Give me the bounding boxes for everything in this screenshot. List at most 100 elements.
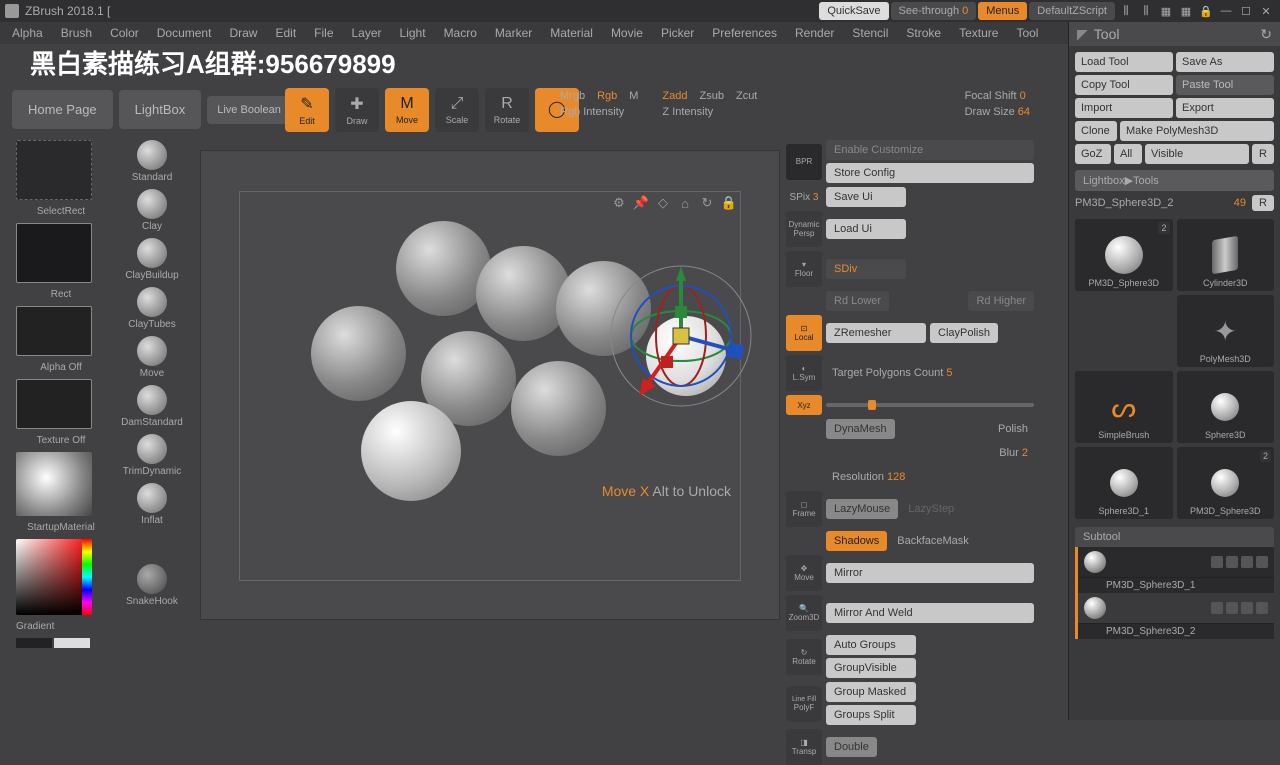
scale-button[interactable]: ⤢Scale [435, 88, 479, 132]
tool-panel-header[interactable]: ◤ Tool ↻ [1069, 22, 1280, 46]
lightbox-tools-button[interactable]: Lightbox▶Tools [1075, 170, 1274, 191]
toolbar-icon-2[interactable]: ⫼ [1137, 3, 1155, 19]
group-visible-button[interactable]: GroupVisible [826, 658, 916, 678]
load-tool-button[interactable]: Load Tool [1075, 52, 1173, 72]
subtool-item[interactable] [1078, 593, 1274, 624]
menu-material[interactable]: Material [542, 24, 601, 42]
brush-snakehook[interactable] [137, 564, 167, 594]
marker-icon[interactable]: ◇ [655, 195, 671, 211]
brush-claytubes[interactable] [137, 287, 167, 317]
draw-size-label[interactable]: Draw Size [965, 106, 1015, 118]
brush-damstandard[interactable] [137, 385, 167, 415]
menu-stencil[interactable]: Stencil [844, 24, 896, 42]
gear-icon[interactable]: ⚙ [611, 195, 627, 211]
store-config-button[interactable]: Store Config [826, 163, 1034, 183]
menu-edit[interactable]: Edit [267, 24, 304, 42]
menu-movie[interactable]: Movie [603, 24, 651, 42]
focal-shift-label[interactable]: Focal Shift [965, 90, 1017, 102]
texture-thumb[interactable] [16, 379, 92, 429]
menu-stroke[interactable]: Stroke [898, 24, 949, 42]
edit-button[interactable]: ✎Edit [285, 88, 329, 132]
toolbar-icon-4[interactable]: ▦ [1177, 3, 1195, 19]
rd-higher-button[interactable]: Rd Higher [968, 291, 1034, 311]
groups-split-button[interactable]: Groups Split [826, 705, 916, 725]
shadows-button[interactable]: Shadows [826, 531, 887, 551]
toolbar-icon-1[interactable]: ⫼ [1117, 3, 1135, 19]
color-picker[interactable] [16, 539, 92, 615]
tool-cell[interactable]: 2PM3D_Sphere3D [1177, 447, 1275, 519]
brush-claybuildup[interactable] [137, 238, 167, 268]
m-label[interactable]: M [629, 90, 638, 102]
claypolish-button[interactable]: ClayPolish [930, 323, 998, 343]
make-polymesh-button[interactable]: Make PolyMesh3D [1120, 121, 1274, 141]
rgb-intensity-label[interactable]: Rgb Intensity [560, 106, 624, 118]
lsym-button[interactable]: ◐L.Sym [786, 355, 822, 391]
subtool-header[interactable]: Subtool [1075, 527, 1274, 547]
frame-button[interactable]: ◻Frame [786, 491, 822, 527]
tool-cell[interactable]: ✦PolyMesh3D [1177, 295, 1275, 367]
save-ui-button[interactable]: Save Ui [826, 187, 906, 207]
group-masked-button[interactable]: Group Masked [826, 682, 916, 702]
minimize-icon[interactable]: — [1217, 3, 1235, 19]
copy-tool-button[interactable]: Copy Tool [1075, 75, 1173, 95]
zoom3d-button[interactable]: 🔍Zoom3D [786, 595, 822, 631]
tool-cell[interactable]: Sphere3D [1177, 371, 1275, 443]
menu-color[interactable]: Color [102, 24, 147, 42]
tool-cell[interactable]: ᔕSimpleBrush [1075, 371, 1173, 443]
tool-cell[interactable]: Cylinder3D [1177, 219, 1275, 291]
export-button[interactable]: Export [1176, 98, 1274, 118]
draw-button[interactable]: ✚Draw [335, 88, 379, 132]
subtool-item[interactable] [1078, 547, 1274, 578]
dynamesh-button[interactable]: DynaMesh [826, 419, 895, 439]
rd-lower-button[interactable]: Rd Lower [826, 291, 889, 311]
xyz-button[interactable]: Xyz [786, 395, 822, 415]
import-button[interactable]: Import [1075, 98, 1173, 118]
double-button[interactable]: Double [826, 737, 877, 757]
load-ui-button[interactable]: Load Ui [826, 219, 906, 239]
menus-button[interactable]: Menus [978, 2, 1027, 20]
local-button[interactable]: ⊡Local [786, 315, 822, 351]
refresh-icon[interactable]: ↻ [1260, 26, 1272, 43]
tool-cell[interactable]: 2PM3D_Sphere3D [1075, 219, 1173, 291]
target-poly-slider[interactable] [826, 403, 1034, 407]
menu-brush[interactable]: Brush [53, 24, 100, 42]
menu-picker[interactable]: Picker [653, 24, 702, 42]
select-rect-thumb[interactable] [16, 140, 92, 200]
lock-window-icon[interactable]: 🔒 [1197, 3, 1215, 19]
menu-alpha[interactable]: Alpha [4, 24, 51, 42]
sdiv-label[interactable]: SDiv [826, 259, 906, 279]
menu-macro[interactable]: Macro [436, 24, 485, 42]
pin-icon[interactable]: 📌 [633, 195, 649, 211]
rgb-label[interactable]: Rgb [597, 90, 617, 102]
save-as-button[interactable]: Save As [1176, 52, 1274, 72]
tool-cell[interactable]: Sphere3D_1 [1075, 447, 1173, 519]
brush-clay[interactable] [137, 189, 167, 219]
mirror-button[interactable]: Mirror [826, 563, 1034, 583]
all-button[interactable]: All [1114, 144, 1142, 164]
menu-light[interactable]: Light [392, 24, 434, 42]
enable-customize-button[interactable]: Enable Customize [826, 140, 1034, 160]
clone-button[interactable]: Clone [1075, 121, 1117, 141]
gradient-strips[interactable] [16, 638, 106, 648]
rotate-button[interactable]: RRotate [485, 88, 529, 132]
menu-file[interactable]: File [306, 24, 341, 42]
zcut-label[interactable]: Zcut [736, 90, 757, 102]
lazymouse-button[interactable]: LazyMouse [826, 499, 898, 519]
move-button[interactable]: MMove [385, 88, 429, 132]
rect-thumb[interactable] [16, 223, 92, 283]
home-page-button[interactable]: Home Page [12, 90, 113, 129]
quicksave-button[interactable]: QuickSave [819, 2, 888, 20]
move-nav-button[interactable]: ✥Move [786, 555, 822, 591]
brush-standard[interactable] [137, 140, 167, 170]
polyf-button[interactable]: Line FillPolyF [786, 686, 822, 722]
tool-cell[interactable] [1075, 295, 1173, 367]
menu-document[interactable]: Document [149, 24, 220, 42]
zadd-label[interactable]: Zadd [662, 90, 687, 102]
menu-preferences[interactable]: Preferences [704, 24, 785, 42]
brush-inflat[interactable] [137, 483, 167, 513]
toolbar-icon-3[interactable]: ▦ [1157, 3, 1175, 19]
lightbox-button[interactable]: LightBox [119, 90, 202, 129]
visible-button[interactable]: Visible [1145, 144, 1249, 164]
material-thumb[interactable] [16, 452, 92, 516]
goz-button[interactable]: GoZ [1075, 144, 1111, 164]
